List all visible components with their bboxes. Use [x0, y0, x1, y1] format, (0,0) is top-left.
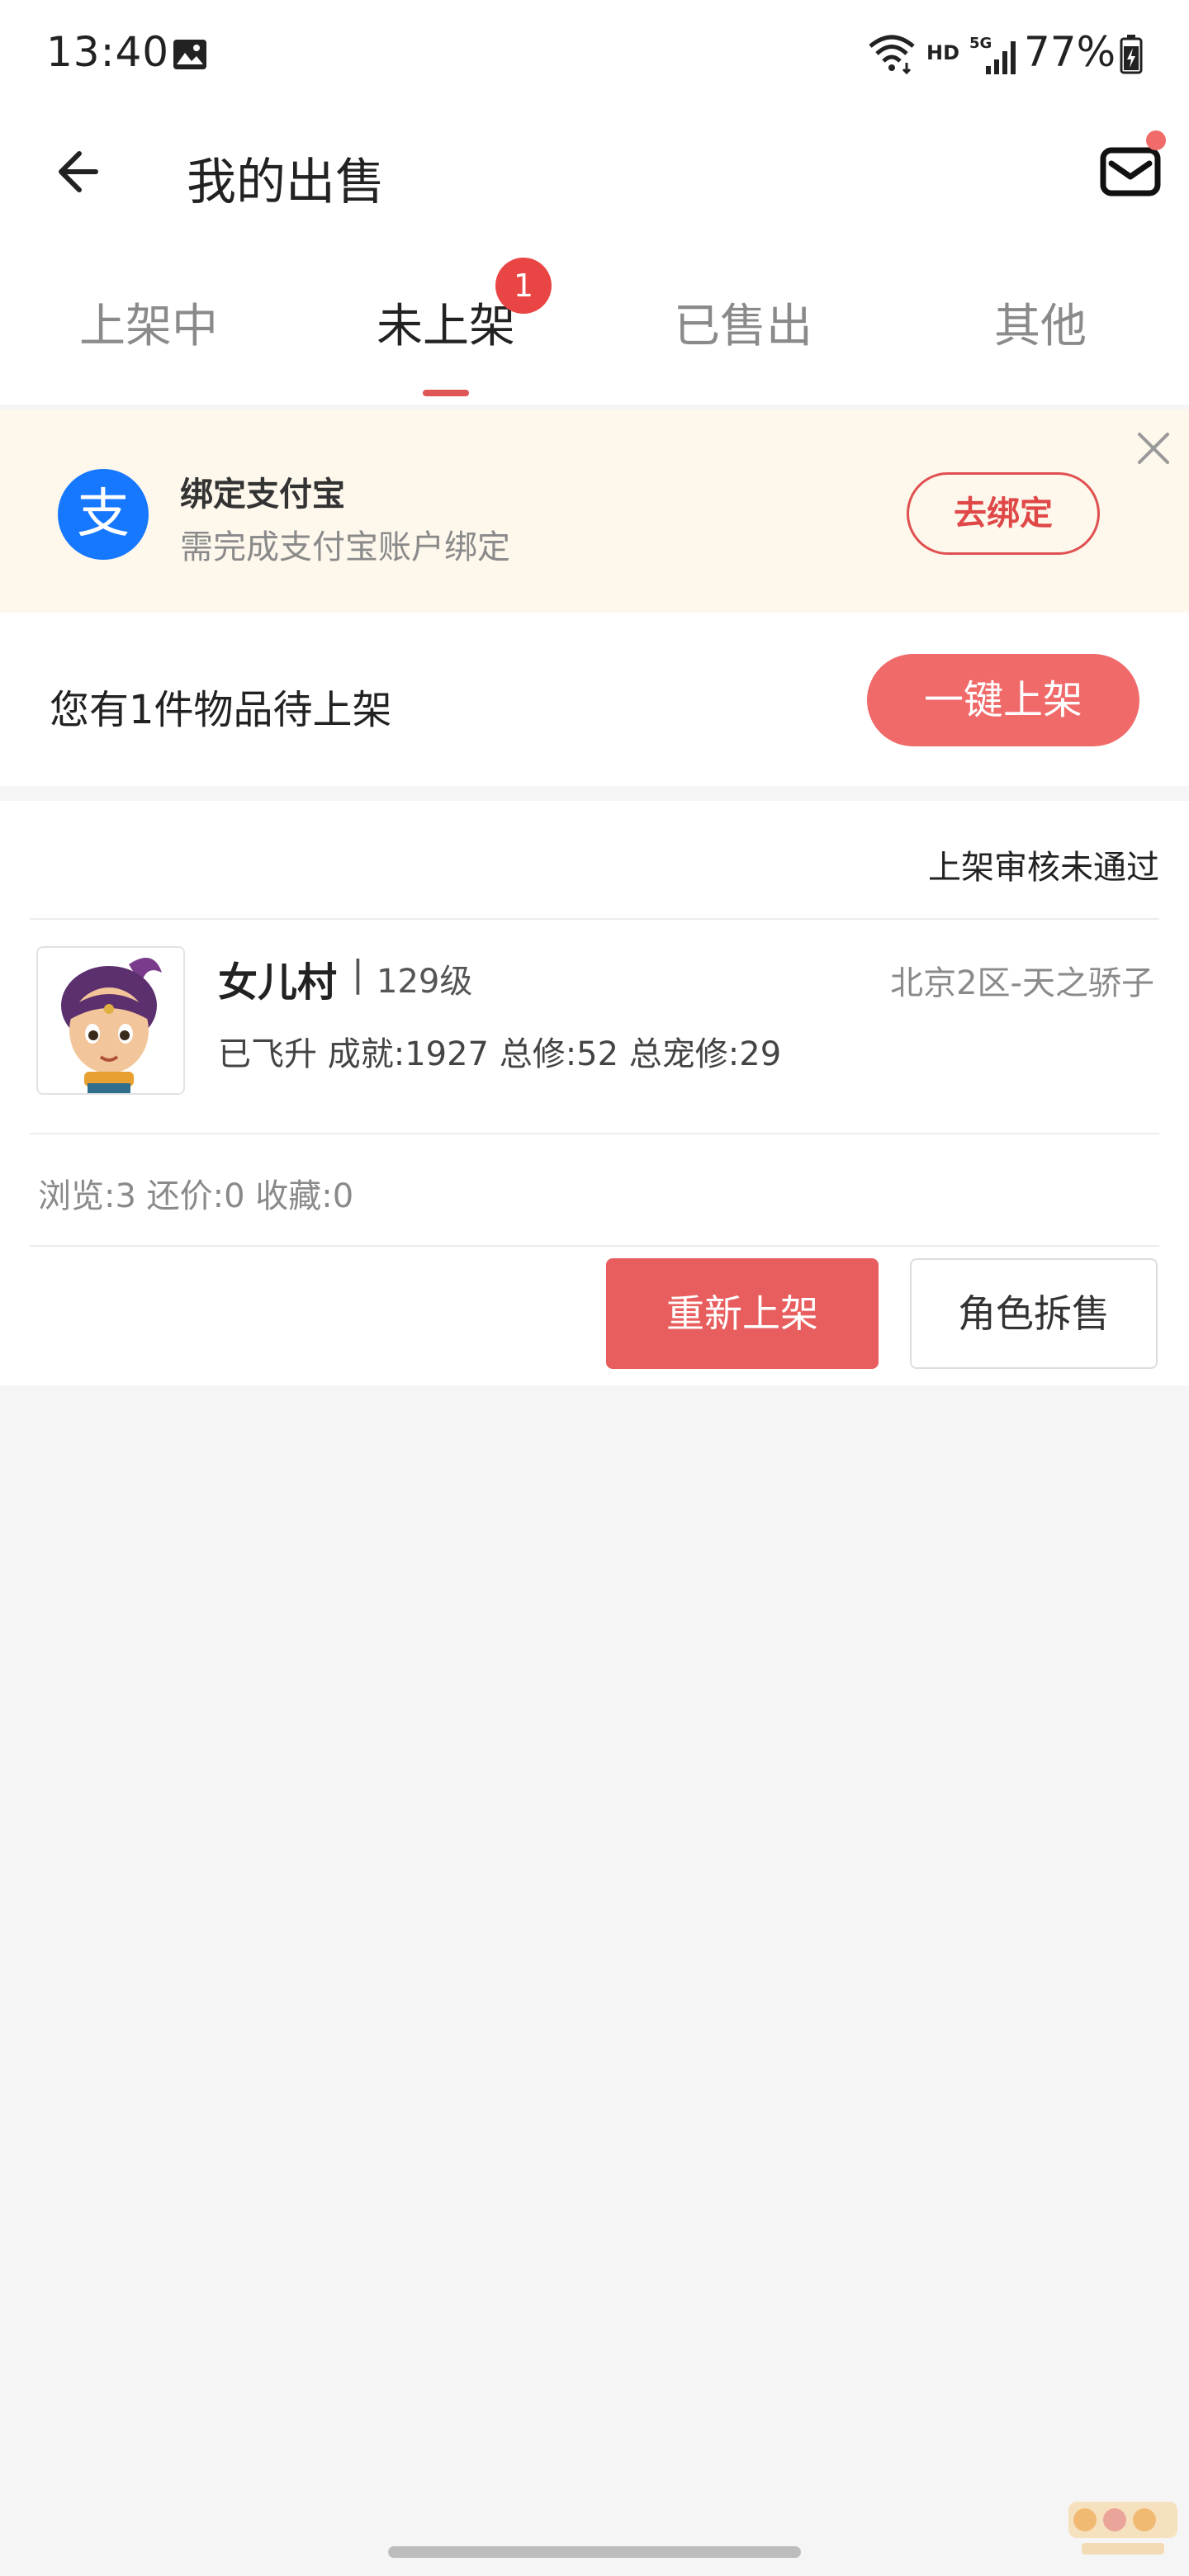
review-status-label: 上架审核未通过 — [928, 849, 1159, 887]
svg-text:5G: 5G — [969, 35, 992, 52]
home-indicator[interactable] — [388, 2546, 801, 2558]
network-label: HD — [926, 41, 960, 64]
arrow-left-icon — [59, 151, 98, 192]
split-sell-button[interactable]: 角色拆售 — [910, 1258, 1158, 1369]
one-click-list-button[interactable]: 一键上架 — [867, 654, 1139, 746]
battery-charging-icon — [1120, 35, 1143, 74]
close-icon[interactable] — [1133, 428, 1174, 469]
tab-sold[interactable]: 已售出 — [594, 289, 892, 356]
item-counts: 浏览:3 还价:0 收藏:0 — [38, 1177, 354, 1215]
server-name: 北京2区-天之骄子 — [890, 964, 1154, 1002]
status-time: 13:40 — [46, 28, 170, 76]
divider — [30, 918, 1159, 920]
page-title: 我的出售 — [187, 154, 385, 211]
back-button[interactable] — [46, 132, 126, 211]
signal-5g-icon: 5G — [969, 35, 1016, 74]
divider — [30, 1133, 1159, 1134]
app-header — [0, 107, 1189, 239]
notification-dot — [1146, 130, 1166, 150]
banner-subtitle: 需完成支付宝账户绑定 — [180, 528, 510, 566]
tab-unlisted[interactable]: 未上架 — [297, 289, 594, 356]
active-tab-indicator — [423, 390, 469, 396]
relist-button[interactable]: 重新上架 — [606, 1258, 879, 1369]
banner-title: 绑定支付宝 — [180, 476, 345, 514]
game-logo-watermark — [1068, 2502, 1177, 2555]
bind-alipay-button[interactable]: 去绑定 — [907, 472, 1100, 555]
role-stats: 已飞升 成就:1927 总修:52 总宠修:29 — [218, 1035, 782, 1073]
mail-icon — [1100, 147, 1161, 197]
divider — [30, 1245, 1159, 1247]
battery-level: 77% — [1024, 28, 1116, 76]
tab-other[interactable]: 其他 — [892, 289, 1189, 356]
wifi-icon — [869, 35, 915, 74]
alipay-icon: 支 — [58, 469, 149, 560]
gallery-icon — [173, 40, 206, 69]
pending-items-text: 您有1件物品待上架 — [50, 687, 392, 733]
tab-count-badge: 1 — [495, 258, 552, 314]
tab-listed[interactable]: 上架中 — [0, 289, 297, 356]
